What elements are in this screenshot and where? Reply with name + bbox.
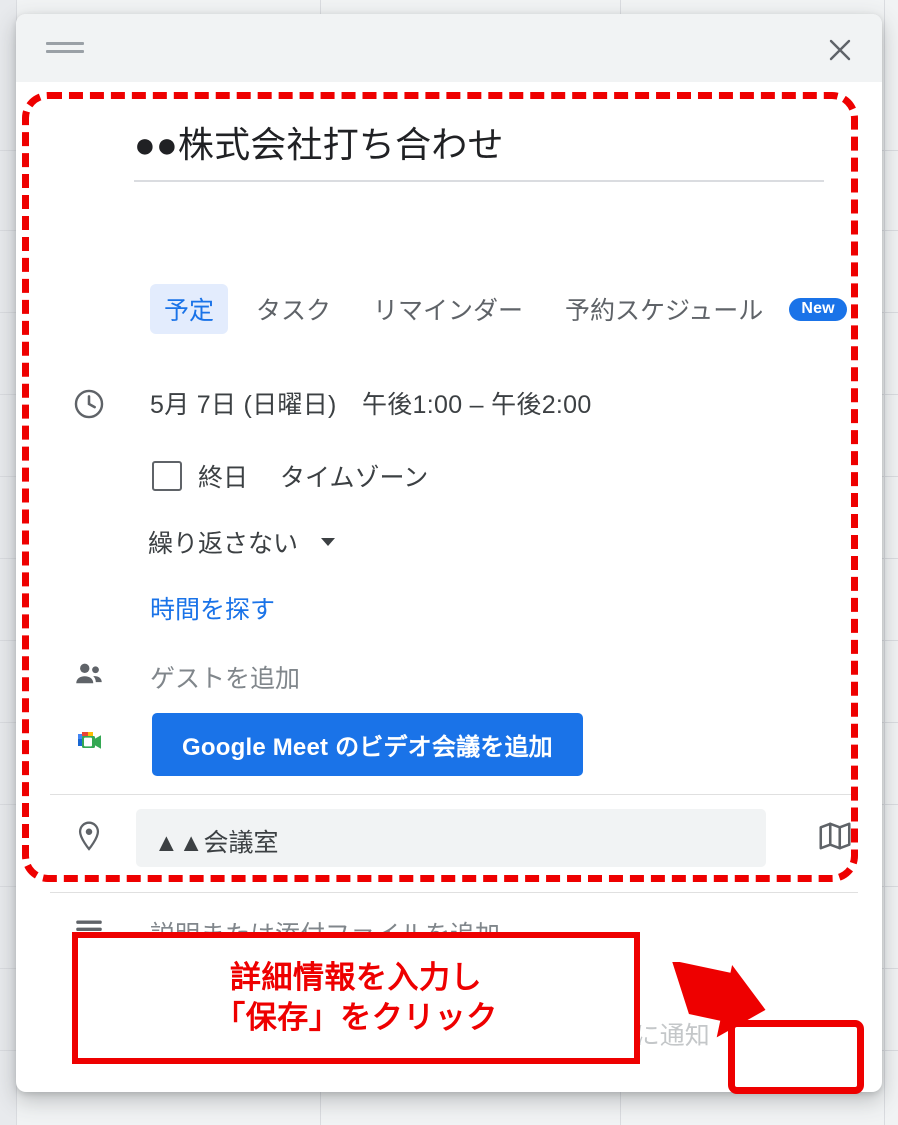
annotation-line-1: 詳細情報を入力し	[230, 960, 482, 996]
find-time-link[interactable]: 時間を探す	[150, 590, 275, 626]
chevron-down-icon[interactable]	[321, 538, 335, 546]
location-value: ▲▲会議室	[154, 829, 279, 857]
timezone-button[interactable]: タイムゾーン	[280, 458, 428, 494]
tab-reminder[interactable]: リマインダー	[359, 284, 537, 334]
title-row: ●●株式会社打ち合わせ	[134, 116, 824, 182]
calendar-column-divider	[884, 0, 885, 1125]
close-icon	[829, 39, 851, 61]
google-meet-icon	[72, 722, 112, 762]
map-icon[interactable]	[816, 817, 858, 859]
tab-appointment-schedule[interactable]: 予約スケジュール	[551, 284, 777, 334]
drag-handle-icon[interactable]	[46, 42, 84, 58]
location-input[interactable]: ▲▲会議室	[136, 809, 766, 867]
event-creation-dialog: ●●株式会社打ち合わせ 予定 タスク リマインダー 予約スケジュール New 5…	[16, 14, 882, 1092]
all-day-label: 終日	[198, 464, 249, 492]
annotation-line-2: 「保存」をクリック	[214, 1000, 498, 1035]
people-icon	[72, 657, 112, 697]
annotation-arrow-icon	[671, 962, 766, 1038]
divider	[50, 794, 858, 795]
title-underline	[134, 180, 824, 182]
dialog-header	[16, 14, 882, 82]
annotation-callout-box: 詳細情報を入力し 「保存」をクリック	[72, 932, 640, 1064]
close-button[interactable]	[820, 30, 860, 70]
tab-strip: 予定 タスク リマインダー 予約スケジュール New	[150, 284, 847, 334]
divider	[50, 892, 858, 893]
location-pin-icon	[72, 819, 112, 859]
tab-event[interactable]: 予定	[150, 284, 229, 334]
add-guests-input[interactable]: ゲストを追加	[150, 659, 300, 695]
tab-task[interactable]: タスク	[242, 284, 345, 334]
add-google-meet-button[interactable]: Google Meet のビデオ会議を追加	[152, 713, 583, 776]
calendar-gutter	[0, 0, 16, 1125]
clock-icon	[72, 387, 112, 427]
repeat-dropdown[interactable]: 繰り返さない	[148, 524, 298, 560]
event-datetime[interactable]: 5月 7日 (日曜日) 午後1:00 – 午後2:00	[150, 385, 592, 421]
new-badge: New	[789, 297, 847, 321]
event-title-input[interactable]: ●●株式会社打ち合わせ	[134, 116, 824, 180]
all-day-checkbox[interactable]	[152, 461, 182, 491]
